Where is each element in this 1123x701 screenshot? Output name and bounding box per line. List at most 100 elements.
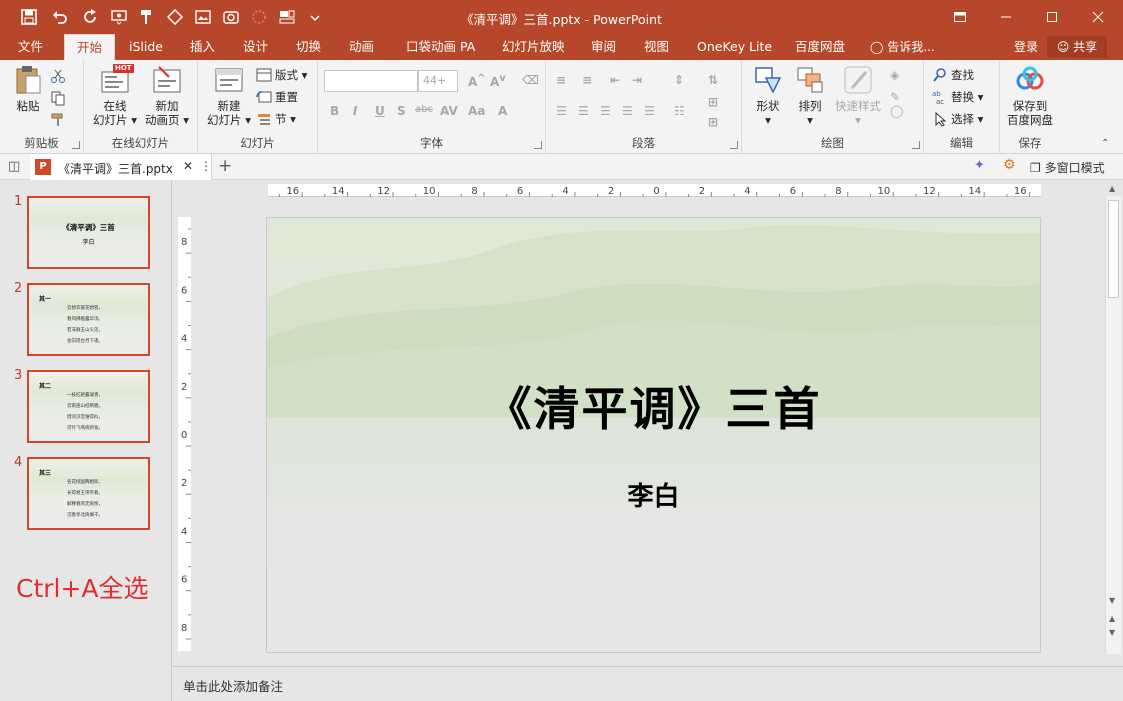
notes-pane[interactable]: 单击此处添加备注 xyxy=(173,666,1123,701)
slide-thumbnail-2[interactable]: 其一 云想衣裳花想容， 春风拂槛露华浓。 若非群玉山头见， 会向瑶台月下逢。 xyxy=(27,283,150,356)
collapse-ribbon-icon[interactable]: ⌃ xyxy=(1101,138,1109,149)
font-name-combo[interactable] xyxy=(324,70,418,92)
tab-pocket-animation[interactable]: 口袋动画 PA xyxy=(406,34,475,60)
thumbnail-author: 李白 xyxy=(82,239,95,246)
decrease-indent-icon[interactable]: ⇤ xyxy=(610,73,620,87)
bold-button[interactable]: B xyxy=(330,104,339,118)
new-slide-label-1: 新建 xyxy=(217,99,241,113)
online-slides-button[interactable]: HOT 在线 幻灯片 ▾ xyxy=(90,64,140,127)
columns-icon[interactable]: ☷ xyxy=(674,104,685,118)
char-spacing-icon[interactable]: AV xyxy=(440,104,458,118)
distributed-icon[interactable]: ☰ xyxy=(644,104,655,118)
select-button[interactable]: 选择 ▾ xyxy=(932,109,983,129)
document-tab[interactable]: P 《清平调》三首.pptx ✕ ⋮ xyxy=(30,154,212,180)
arrange-button[interactable]: 排列 ▾ xyxy=(790,64,830,127)
tab-view[interactable]: 视图 xyxy=(644,34,669,60)
section-button[interactable]: 节 ▾ xyxy=(256,109,296,129)
drawing-launcher-icon[interactable] xyxy=(912,141,920,149)
save-to-baidu-button[interactable]: 保存到 百度网盘 xyxy=(1002,64,1058,127)
maximize-icon[interactable] xyxy=(1029,0,1075,34)
clear-format-icon[interactable]: ⌫ xyxy=(522,73,539,87)
layout-button[interactable]: 版式 ▾ xyxy=(256,65,307,85)
previous-slide-icon[interactable]: ▲ xyxy=(1109,614,1115,623)
tab-onekey-lite[interactable]: OneKey Lite xyxy=(697,34,772,60)
tab-design[interactable]: 设计 xyxy=(243,34,268,60)
quick-styles-button[interactable]: 快速样式 ▾ xyxy=(830,64,886,127)
font-size-combo[interactable]: 44+ xyxy=(418,70,458,92)
tab-file[interactable]: 文件 xyxy=(18,34,43,60)
align-text-icon[interactable]: ⊞ xyxy=(708,95,718,109)
grow-font-icon[interactable]: A^ xyxy=(468,73,486,89)
tab-home[interactable]: 开始 xyxy=(64,34,116,60)
reset-button[interactable]: 重置 xyxy=(256,87,298,107)
vertical-ruler[interactable]: 8 6 4 2 0 2 4 6 8 xyxy=(178,217,191,651)
slide-author[interactable]: 李白 xyxy=(267,476,1040,513)
shadow-button[interactable]: S xyxy=(397,104,406,118)
tab-transitions[interactable]: 切换 xyxy=(296,34,321,60)
scroll-down-icon[interactable]: ▼ xyxy=(1109,596,1115,605)
slide-title[interactable]: 《清平调》三首 xyxy=(267,373,1040,439)
slide-sorter-icon[interactable]: ◫ xyxy=(8,159,20,174)
tab-baidu-netdisk[interactable]: 百度网盘 xyxy=(795,34,845,60)
justify-icon[interactable]: ☰ xyxy=(622,104,633,118)
change-case-icon[interactable]: Aa xyxy=(468,104,485,118)
convert-smartart-icon[interactable]: ⊞ xyxy=(708,115,718,129)
multi-window-button[interactable]: ❐ 多窗口模式 xyxy=(1030,159,1105,176)
login-link[interactable]: 登录 xyxy=(1014,34,1038,60)
tab-review[interactable]: 审阅 xyxy=(591,34,616,60)
shape-effects-icon[interactable]: ◯ xyxy=(890,104,903,118)
cut-icon[interactable] xyxy=(50,66,69,86)
tab-islide[interactable]: iSlide xyxy=(129,34,163,60)
shapes-button[interactable]: 形状 ▾ xyxy=(748,64,788,127)
font-launcher-icon[interactable] xyxy=(534,141,542,149)
new-slide-button[interactable]: 新建 幻灯片 ▾ xyxy=(204,64,254,127)
tab-animations[interactable]: 动画 xyxy=(349,34,374,60)
find-button[interactable]: 查找 xyxy=(932,65,974,85)
increase-indent-icon[interactable]: ⇥ xyxy=(632,73,642,87)
replace-button[interactable]: ab ac 替换 ▾ xyxy=(932,87,983,107)
italic-button[interactable]: I xyxy=(353,104,357,118)
slide-thumbnail-4[interactable]: 其三 名花倾国两相欢， 长得君王带笑看。 解释春风无限恨， 沉香亭北倚阑干。 xyxy=(27,457,150,530)
paragraph-launcher-icon[interactable] xyxy=(730,141,738,149)
close-icon[interactable] xyxy=(1075,0,1121,34)
tab-slideshow[interactable]: 幻灯片放映 xyxy=(502,34,565,60)
magic-icon[interactable]: ✦ xyxy=(974,158,985,173)
next-slide-icon[interactable]: ▼ xyxy=(1109,628,1115,637)
tell-me-search[interactable]: ◯ 告诉我... xyxy=(870,34,935,60)
align-left-icon[interactable]: ☰ xyxy=(556,104,567,118)
copy-icon[interactable] xyxy=(50,88,69,108)
format-painter-brush-icon[interactable] xyxy=(50,110,69,130)
underline-button[interactable]: U xyxy=(375,104,385,118)
shape-outline-icon[interactable]: ✎ xyxy=(890,90,900,104)
paste-button[interactable]: 粘贴 xyxy=(10,64,46,113)
text-direction-icon[interactable]: ⇅ xyxy=(708,73,718,87)
minimize-icon[interactable] xyxy=(983,0,1029,34)
tab-insert[interactable]: 插入 xyxy=(190,34,215,60)
shape-fill-icon[interactable]: ◈ xyxy=(890,68,899,82)
line-spacing-icon[interactable]: ⇕ xyxy=(674,73,684,87)
shrink-font-icon[interactable]: Av xyxy=(490,73,506,89)
new-tab-icon[interactable]: + xyxy=(218,156,232,176)
share-button[interactable]: ☺ 共享 xyxy=(1047,36,1107,58)
strikethrough-button[interactable]: abc xyxy=(415,104,433,115)
clipboard-launcher-icon[interactable] xyxy=(72,141,80,149)
scrollbar-thumb[interactable] xyxy=(1108,200,1119,298)
current-slide[interactable]: 《清平调》三首 李白 xyxy=(266,217,1041,653)
add-animation-page-button[interactable]: 新加 动画页 ▾ xyxy=(142,64,192,127)
ruler-label: 2 xyxy=(699,186,705,197)
numbering-icon[interactable]: ≡ xyxy=(582,73,592,87)
slide-thumbnail-1[interactable]: 《清平调》三首 李白 xyxy=(27,196,150,269)
settings-gear-icon[interactable]: ⚙ xyxy=(1003,157,1016,173)
align-right-icon[interactable]: ☰ xyxy=(600,104,611,118)
slide-thumbnail-3[interactable]: 其二 一枝红艳露凝香， 云雨巫山枉断肠。 借问汉宫谁得似， 可怜飞燕倚新妆。 xyxy=(27,370,150,443)
horizontal-ruler[interactable]: 16 14 12 10 8 6 4 2 0 2 4 6 8 10 12 14 16 xyxy=(268,184,1041,197)
font-color-icon[interactable]: A xyxy=(498,104,507,118)
tab-menu-icon[interactable]: ⋮ xyxy=(200,159,212,173)
align-center-icon[interactable]: ☰ xyxy=(578,104,589,118)
scroll-up-icon[interactable]: ▲ xyxy=(1109,184,1115,193)
bullets-icon[interactable]: ≡ xyxy=(556,73,566,87)
vertical-scrollbar[interactable]: ▲ ▼ ▲ ▼ xyxy=(1105,184,1121,654)
thumbnail-line: 云想衣裳花想容， xyxy=(67,306,103,311)
ribbon-display-icon[interactable] xyxy=(937,0,983,34)
close-tab-icon[interactable]: ✕ xyxy=(183,159,193,173)
